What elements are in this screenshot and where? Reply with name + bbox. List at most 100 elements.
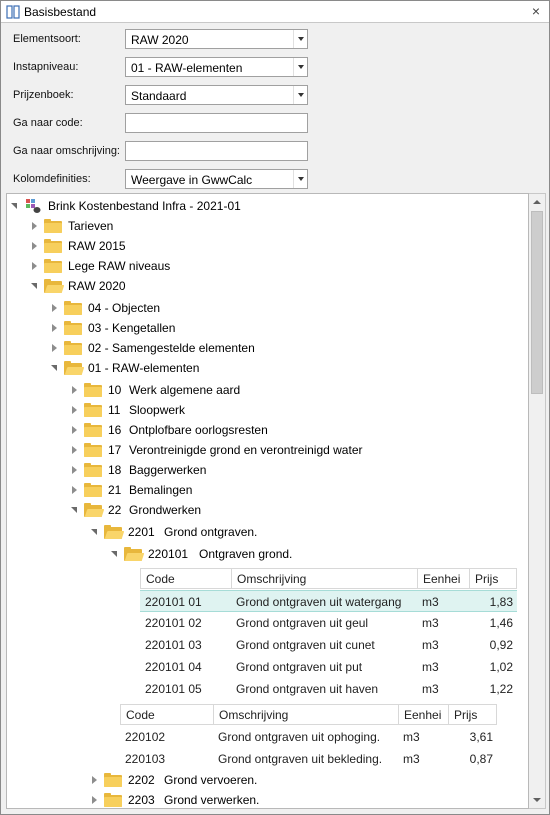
table-row[interactable]: 220101 05 Grond ontgraven uit haven m3 1… [140, 678, 517, 700]
expand-arrow-icon[interactable] [71, 386, 79, 394]
ga-naar-code-label: Ga naar code: [13, 117, 83, 129]
tree-node-code: 2202 [128, 773, 155, 787]
row-price: 0,87 [469, 752, 493, 766]
chevron-down-icon[interactable] [293, 86, 307, 104]
tree-node-code: 18 [108, 463, 122, 477]
scroll-down-icon[interactable] [529, 792, 545, 808]
row-code: 220103 [125, 752, 166, 766]
prijzenboek-value: Standaard [131, 89, 187, 103]
tree-node-label: Baggerwerken [129, 463, 207, 477]
expand-arrow-icon[interactable] [31, 222, 39, 230]
instapniveau-value: 01 - RAW-elementen [131, 61, 243, 75]
expand-arrow-icon[interactable] [71, 486, 79, 494]
tree-view[interactable]: Brink Kostenbestand Infra - 2021-01 Tari… [6, 193, 529, 809]
expand-arrow-icon[interactable] [31, 242, 39, 250]
expand-arrow-icon[interactable] [91, 528, 99, 536]
window-title: Basisbestand [24, 5, 97, 19]
kolomdefinities-row: Kolomdefinities: Weergave in GwwCalc [1, 169, 549, 191]
expand-arrow-icon[interactable] [71, 466, 79, 474]
prijzenboek-row: Prijzenboek: Standaard [1, 85, 549, 107]
row-price: 0,92 [489, 638, 513, 652]
row-price: 1,02 [489, 660, 513, 674]
elementsoort-select[interactable]: RAW 2020 [125, 29, 308, 49]
kolomdefinities-value: Weergave in GwwCalc [131, 173, 253, 187]
folder-open-icon [44, 279, 65, 293]
chevron-down-icon[interactable] [293, 58, 307, 76]
chevron-down-icon[interactable] [293, 170, 307, 188]
instapniveau-row: Instapniveau: 01 - RAW-elementen [1, 57, 549, 79]
table-row[interactable]: 220101 04 Grond ontgraven uit put m3 1,0… [140, 656, 517, 678]
tree-node-label: Verontreinigde grond en verontreinigd wa… [129, 443, 363, 457]
expand-arrow-icon[interactable] [71, 506, 79, 514]
scroll-up-icon[interactable] [529, 194, 545, 210]
expand-arrow-icon[interactable] [11, 202, 19, 210]
folder-icon [44, 219, 62, 233]
expand-arrow-icon[interactable] [71, 406, 79, 414]
row-price: 1,83 [489, 595, 513, 609]
table-row[interactable]: 220101 01 Grond ontgraven uit watergang … [140, 590, 517, 612]
table-header: Code Omschrijving Eenhei Prijs [120, 704, 497, 725]
table-row[interactable]: 220103 Grond ontgraven uit bekleding. m3… [120, 748, 497, 770]
basisbestand-window: Basisbestand × Elementsoort: RAW 2020 In… [0, 0, 550, 815]
expand-arrow-icon[interactable] [111, 550, 119, 558]
folder-icon [84, 443, 102, 457]
table-row[interactable]: 220101 02 Grond ontgraven uit geul m3 1,… [140, 612, 517, 634]
tree-node-label: 02 - Samengestelde elementen [88, 341, 255, 355]
expand-arrow-icon[interactable] [51, 364, 59, 372]
row-unit: m3 [403, 730, 420, 744]
folder-open-icon [64, 361, 85, 375]
instapniveau-select[interactable]: 01 - RAW-elementen [125, 57, 308, 77]
scrollbar-thumb[interactable] [531, 211, 543, 394]
expand-arrow-icon[interactable] [51, 324, 59, 332]
column-header-omschrijving[interactable]: Omschrijving [232, 569, 418, 588]
expand-arrow-icon[interactable] [51, 304, 59, 312]
row-description: Grond ontgraven uit put [236, 660, 363, 674]
tree-node-code: 16 [108, 423, 122, 437]
column-header-omschrijving[interactable]: Omschrijving [214, 705, 399, 724]
expand-arrow-icon[interactable] [31, 262, 39, 270]
tree-node-label: Grond ontgraven. [164, 525, 258, 539]
elementsoort-row: Elementsoort: RAW 2020 [1, 29, 549, 51]
ga-naar-code-input[interactable] [125, 113, 308, 133]
column-header-eenheid[interactable]: Eenhei [418, 569, 470, 588]
close-icon[interactable]: × [529, 4, 543, 18]
row-unit: m3 [403, 752, 420, 766]
ga-naar-omschrijving-row: Ga naar omschrijving: [1, 141, 549, 163]
folder-icon [64, 321, 82, 335]
tree-node-label: Grondwerken [129, 503, 202, 517]
tree-node-label: Sloopwerk [129, 403, 186, 417]
ga-naar-omschrijving-input[interactable] [125, 141, 308, 161]
tree-node-label: Bemalingen [129, 483, 193, 497]
expand-arrow-icon[interactable] [91, 796, 99, 804]
prijzenboek-label: Prijzenboek: [13, 89, 74, 101]
tree-node-label: Grond verwerken. [164, 793, 260, 807]
chevron-down-icon[interactable] [293, 30, 307, 48]
tree-node-label: 03 - Kengetallen [88, 321, 176, 335]
folder-icon [84, 403, 102, 417]
expand-arrow-icon[interactable] [71, 446, 79, 454]
expand-arrow-icon[interactable] [91, 776, 99, 784]
folder-icon [64, 301, 82, 315]
expand-arrow-icon[interactable] [51, 344, 59, 352]
tree-node-code: 21 [108, 483, 122, 497]
row-price: 1,22 [489, 682, 513, 696]
column-header-eenheid[interactable]: Eenhei [399, 705, 449, 724]
tree-node-label: Lege RAW niveaus [68, 259, 171, 273]
column-header-prijs[interactable]: Prijs [470, 569, 516, 588]
column-header-prijs[interactable]: Prijs [449, 705, 496, 724]
column-header-code[interactable]: Code [121, 705, 214, 724]
kolomdefinities-select[interactable]: Weergave in GwwCalc [125, 169, 308, 189]
table-row[interactable]: 220102 Grond ontgraven uit ophoging. m3 … [120, 726, 497, 748]
table-row[interactable]: 220101 03 Grond ontgraven uit cunet m3 0… [140, 634, 517, 656]
tree-node-code: 2201 [128, 525, 155, 539]
database-icon [6, 5, 20, 19]
column-header-code[interactable]: Code [141, 569, 232, 588]
expand-arrow-icon[interactable] [71, 426, 79, 434]
row-unit: m3 [422, 616, 439, 630]
kolomdefinities-label: Kolomdefinities: [13, 173, 91, 185]
vertical-scrollbar[interactable] [529, 193, 546, 809]
prijzenboek-select[interactable]: Standaard [125, 85, 308, 105]
expand-arrow-icon[interactable] [31, 282, 39, 290]
tree-node-code: 220101 [148, 547, 189, 561]
folder-icon [84, 423, 102, 437]
